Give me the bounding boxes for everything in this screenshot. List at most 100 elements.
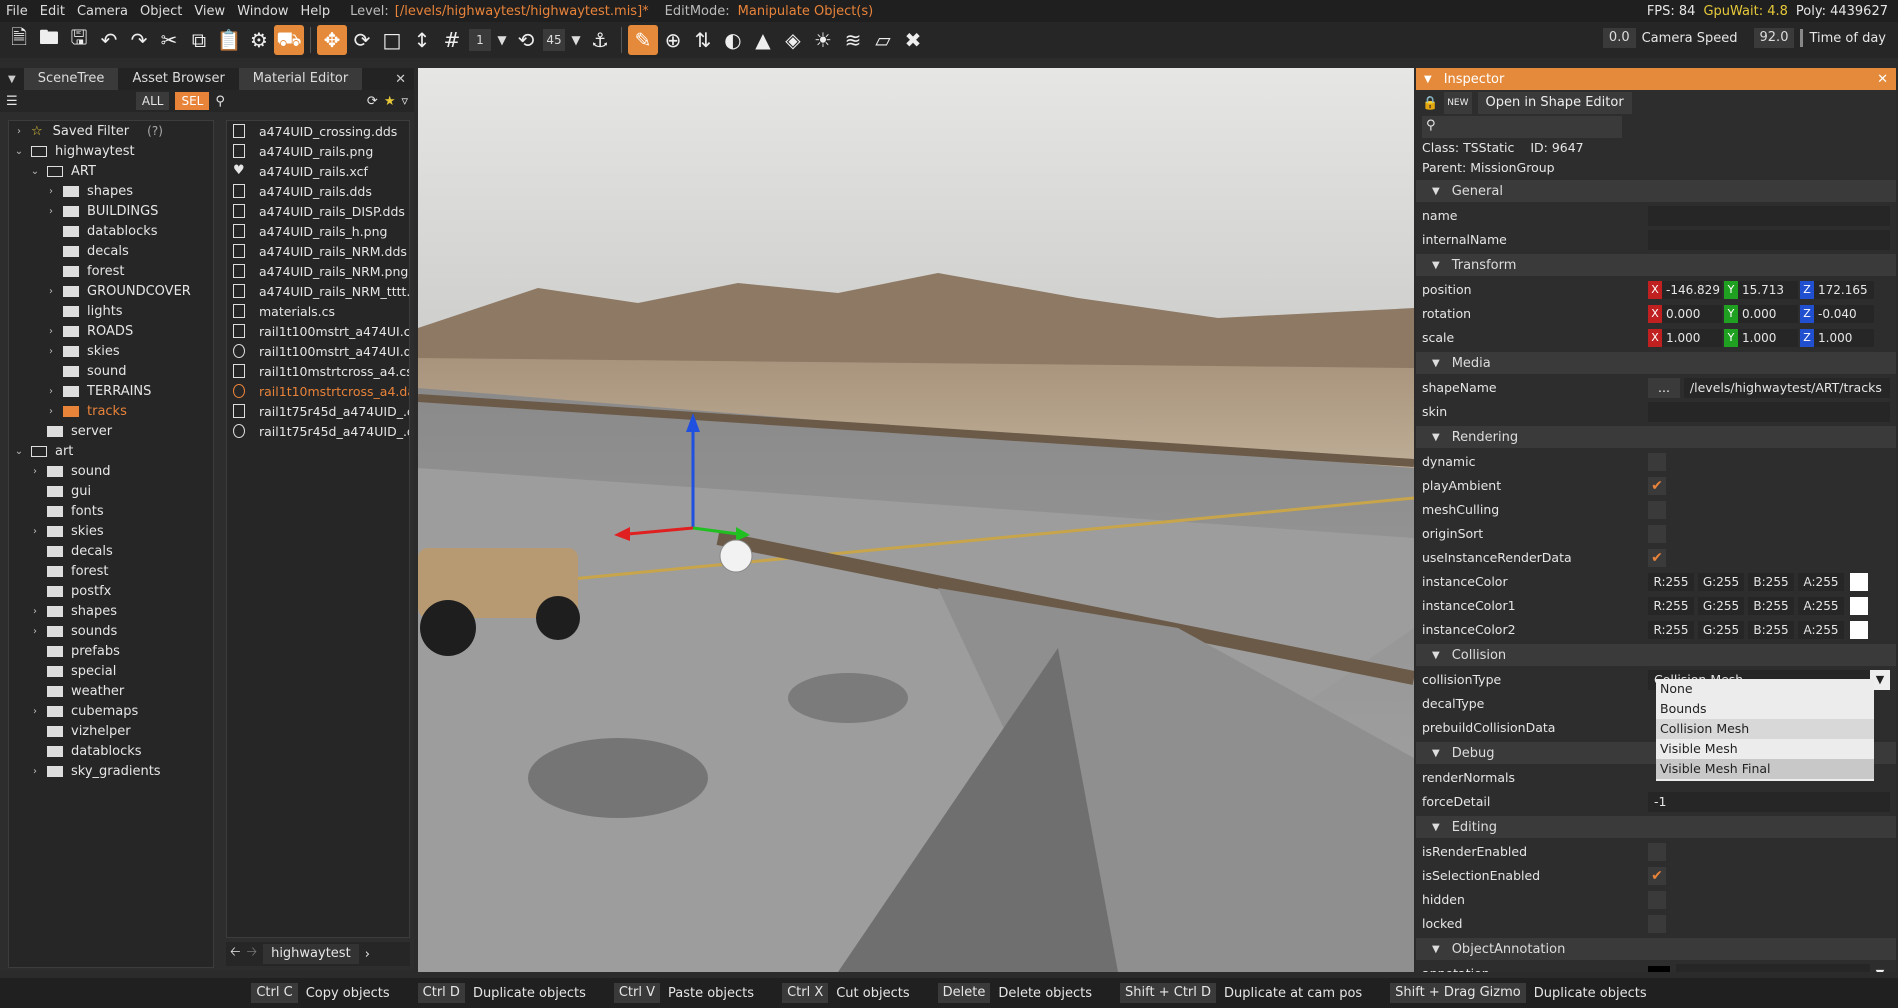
- close-icon[interactable]: ✕: [1877, 72, 1888, 87]
- section-general[interactable]: ▼ General: [1416, 180, 1896, 202]
- origin-sort-checkbox[interactable]: [1648, 525, 1666, 543]
- filter-sel-button[interactable]: SEL: [175, 92, 210, 110]
- chevron-right-icon[interactable]: ›: [45, 406, 57, 417]
- color-a-field[interactable]: A:255: [1798, 597, 1844, 615]
- tree-node[interactable]: special: [9, 661, 213, 681]
- menu-help[interactable]: Help: [294, 4, 336, 19]
- position-x-field[interactable]: X -146.829: [1648, 281, 1722, 299]
- is-render-enabled-checkbox[interactable]: [1648, 843, 1666, 861]
- time-of-day-slider[interactable]: [1800, 29, 1804, 47]
- force-detail-field[interactable]: -1: [1648, 792, 1890, 812]
- terrain-paint-icon[interactable]: ◐: [718, 25, 748, 55]
- road-icon[interactable]: ⇅: [688, 25, 718, 55]
- color-r-field[interactable]: R:255: [1648, 597, 1694, 615]
- search-icon[interactable]: ⚲: [215, 94, 225, 109]
- section-transform[interactable]: ▼ Transform: [1416, 254, 1896, 276]
- file-item[interactable]: rail1t75r45d_a474UID_.da: [227, 421, 409, 441]
- file-item[interactable]: a474UID_rails_NRM.png: [227, 261, 409, 281]
- color-g-field[interactable]: G:255: [1698, 573, 1744, 591]
- chevron-right-icon[interactable]: ›: [13, 126, 25, 137]
- chevron-down-icon[interactable]: ⌄: [13, 146, 25, 157]
- tree-node[interactable]: decals: [9, 241, 213, 261]
- snap-axis-icon[interactable]: ↕: [407, 25, 437, 55]
- internal-name-field[interactable]: [1648, 230, 1890, 250]
- file-item[interactable]: ♥ a474UID_rails.xcf: [227, 161, 409, 181]
- section-collision[interactable]: ▼ Collision: [1416, 644, 1896, 666]
- redo-icon[interactable]: ↷: [124, 25, 154, 55]
- star-icon[interactable]: ★: [384, 94, 396, 109]
- chevron-right-icon[interactable]: ›: [29, 706, 41, 717]
- chevron-down-icon[interactable]: ▼: [493, 33, 511, 47]
- pencil-icon[interactable]: ✎: [628, 25, 658, 55]
- chevron-right-icon[interactable]: ›: [45, 326, 57, 337]
- locked-checkbox[interactable]: [1648, 915, 1666, 933]
- open-folder-icon[interactable]: 🖿: [34, 25, 64, 55]
- skin-field[interactable]: [1648, 402, 1890, 422]
- copy-icon[interactable]: ⧉: [184, 25, 214, 55]
- tree-node[interactable]: prefabs: [9, 641, 213, 661]
- color-a-field[interactable]: A:255: [1798, 621, 1844, 639]
- scale-gizmo-icon[interactable]: □: [377, 25, 407, 55]
- tree-node[interactable]: server: [9, 421, 213, 441]
- menu-triangle-icon[interactable]: ▼: [0, 74, 24, 85]
- chevron-down-icon[interactable]: ▼: [567, 33, 585, 47]
- file-item[interactable]: a474UID_rails_h.png: [227, 221, 409, 241]
- file-item[interactable]: rail1t100mstrt_a474UI.cs: [227, 321, 409, 341]
- move-gizmo-icon[interactable]: ✥: [317, 25, 347, 55]
- tab-asset-browser[interactable]: Asset Browser: [118, 68, 238, 90]
- tree-node[interactable]: postfx: [9, 581, 213, 601]
- lighting-icon[interactable]: ☀: [808, 25, 838, 55]
- chevron-down-icon[interactable]: ⌄: [29, 166, 41, 177]
- is-selection-enabled-checkbox[interactable]: ✔: [1648, 867, 1666, 885]
- color-r-field[interactable]: R:255: [1648, 573, 1694, 591]
- tree-node[interactable]: ⌄ ART: [9, 161, 213, 181]
- rotation-x-field[interactable]: X 0.000: [1648, 305, 1722, 323]
- chevron-right-icon[interactable]: ›: [29, 606, 41, 617]
- shape-name-field[interactable]: /levels/highwaytest/ART/tracks: [1683, 378, 1890, 398]
- forward-arrow-icon[interactable]: 🡢: [247, 943, 258, 965]
- camera-speed-input[interactable]: 0.0: [1602, 28, 1636, 48]
- chevron-right-icon[interactable]: ›: [45, 186, 57, 197]
- rotation-y-field[interactable]: Y 0.000: [1724, 305, 1798, 323]
- save-icon[interactable]: 🖫: [64, 25, 94, 55]
- time-of-day-input[interactable]: 92.0: [1753, 28, 1795, 48]
- 3d-viewport[interactable]: [418, 68, 1414, 972]
- mesh-icon[interactable]: ◈: [778, 25, 808, 55]
- tree-node[interactable]: › ROADS: [9, 321, 213, 341]
- tree-node[interactable]: lights: [9, 301, 213, 321]
- file-item[interactable]: a474UID_rails.png: [227, 141, 409, 161]
- tree-node[interactable]: ⌄ highwaytest: [9, 141, 213, 161]
- tree-node[interactable]: › cubemaps: [9, 701, 213, 721]
- tree-node[interactable]: gui: [9, 481, 213, 501]
- texture-icon[interactable]: ≋: [838, 25, 868, 55]
- color-g-field[interactable]: G:255: [1698, 621, 1744, 639]
- section-object-annotation[interactable]: ▼ ObjectAnnotation: [1416, 938, 1896, 960]
- section-editing[interactable]: ▼ Editing: [1416, 816, 1896, 838]
- color-swatch[interactable]: [1850, 597, 1868, 615]
- tree-node[interactable]: › sounds: [9, 621, 213, 641]
- chevron-right-icon[interactable]: ›: [29, 766, 41, 777]
- color-b-field[interactable]: B:255: [1748, 597, 1794, 615]
- file-item[interactable]: a474UID_rails.dds: [227, 181, 409, 201]
- tree-node[interactable]: › GROUNDCOVER: [9, 281, 213, 301]
- file-item[interactable]: rail1t10mstrtcross_a4.cs: [227, 361, 409, 381]
- dynamic-checkbox[interactable]: [1648, 453, 1666, 471]
- menu-triangle-icon[interactable]: ▼: [1424, 74, 1432, 85]
- chevron-down-icon[interactable]: ▼: [1870, 964, 1890, 972]
- tree-node[interactable]: forest: [9, 561, 213, 581]
- file-item[interactable]: a474UID_rails_NRM_tttt.p: [227, 281, 409, 301]
- tree-node[interactable]: datablocks: [9, 741, 213, 761]
- decal-road-icon[interactable]: ▱: [868, 25, 898, 55]
- undo-icon[interactable]: ↶: [94, 25, 124, 55]
- scale-z-field[interactable]: Z 1.000: [1800, 329, 1874, 347]
- annotation-select[interactable]: ▼: [1676, 964, 1890, 972]
- color-g-field[interactable]: G:255: [1698, 597, 1744, 615]
- color-b-field[interactable]: B:255: [1748, 573, 1794, 591]
- color-b-field[interactable]: B:255: [1748, 621, 1794, 639]
- tab-scenetree[interactable]: SceneTree: [23, 68, 119, 90]
- file-item[interactable]: materials.cs: [227, 301, 409, 321]
- tree-node[interactable]: › shapes: [9, 601, 213, 621]
- use-instance-render-data-checkbox[interactable]: ✔: [1648, 549, 1666, 567]
- chevron-right-icon[interactable]: ›: [45, 346, 57, 357]
- inspector-search-input[interactable]: ⚲: [1422, 116, 1622, 138]
